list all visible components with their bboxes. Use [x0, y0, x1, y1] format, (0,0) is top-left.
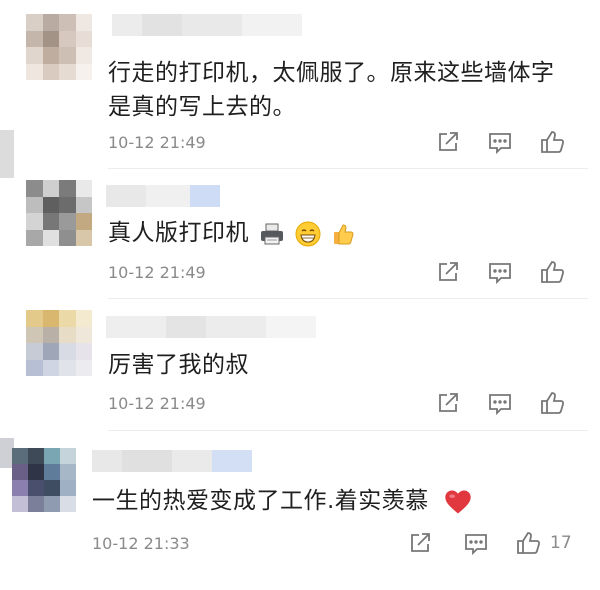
reply-icon[interactable]	[486, 389, 514, 417]
like-icon[interactable]	[538, 128, 566, 156]
share-icon[interactable]	[434, 128, 462, 156]
comment-time: 10-12 21:49	[108, 263, 206, 282]
divider	[108, 298, 588, 299]
red-heart-icon	[444, 489, 471, 514]
avatar[interactable]	[12, 448, 76, 512]
username[interactable]	[92, 450, 252, 472]
comment-text: 一生的热爱变成了工作.着实羡慕	[92, 484, 473, 518]
like-icon[interactable]	[514, 529, 542, 557]
share-icon[interactable]	[406, 529, 434, 557]
share-icon[interactable]	[434, 389, 462, 417]
comment-text-line: 行走的打印机，太佩服了。原来这些墙体字	[108, 60, 555, 86]
reply-icon[interactable]	[486, 258, 514, 286]
username[interactable]	[106, 316, 316, 338]
username[interactable]	[106, 185, 220, 207]
comment-text-line: 一生的热爱变成了工作.着实羡慕	[92, 488, 429, 514]
like-count: 17	[550, 533, 572, 553]
comment-text: 真人版打印机	[108, 216, 356, 250]
grinning-face-icon	[295, 221, 321, 246]
like-icon[interactable]	[538, 389, 566, 417]
comment-text: 厉害了我的叔	[108, 348, 249, 382]
comment-text: 行走的打印机，太佩服了。原来这些墙体字 是真的写上去的。	[108, 56, 555, 124]
page-edge	[0, 130, 14, 178]
comment-text-line: 厉害了我的叔	[108, 352, 249, 378]
comment-time: 10-12 21:49	[108, 133, 206, 152]
username[interactable]	[112, 14, 302, 36]
like-icon[interactable]	[538, 258, 566, 286]
divider	[108, 430, 588, 431]
comment-text-line: 真人版打印机	[108, 220, 249, 246]
avatar[interactable]	[26, 180, 92, 246]
comment-time: 10-12 21:49	[108, 394, 206, 413]
thumbs-up-icon	[334, 223, 354, 244]
comment-time: 10-12 21:33	[92, 534, 190, 553]
avatar[interactable]	[26, 310, 92, 376]
reply-icon[interactable]	[486, 128, 514, 156]
share-icon[interactable]	[434, 258, 462, 286]
divider	[108, 168, 588, 169]
comment-text-line: 是真的写上去的。	[108, 94, 296, 120]
reply-icon[interactable]	[462, 529, 490, 557]
avatar[interactable]	[26, 14, 92, 80]
printer-icon	[260, 223, 283, 244]
